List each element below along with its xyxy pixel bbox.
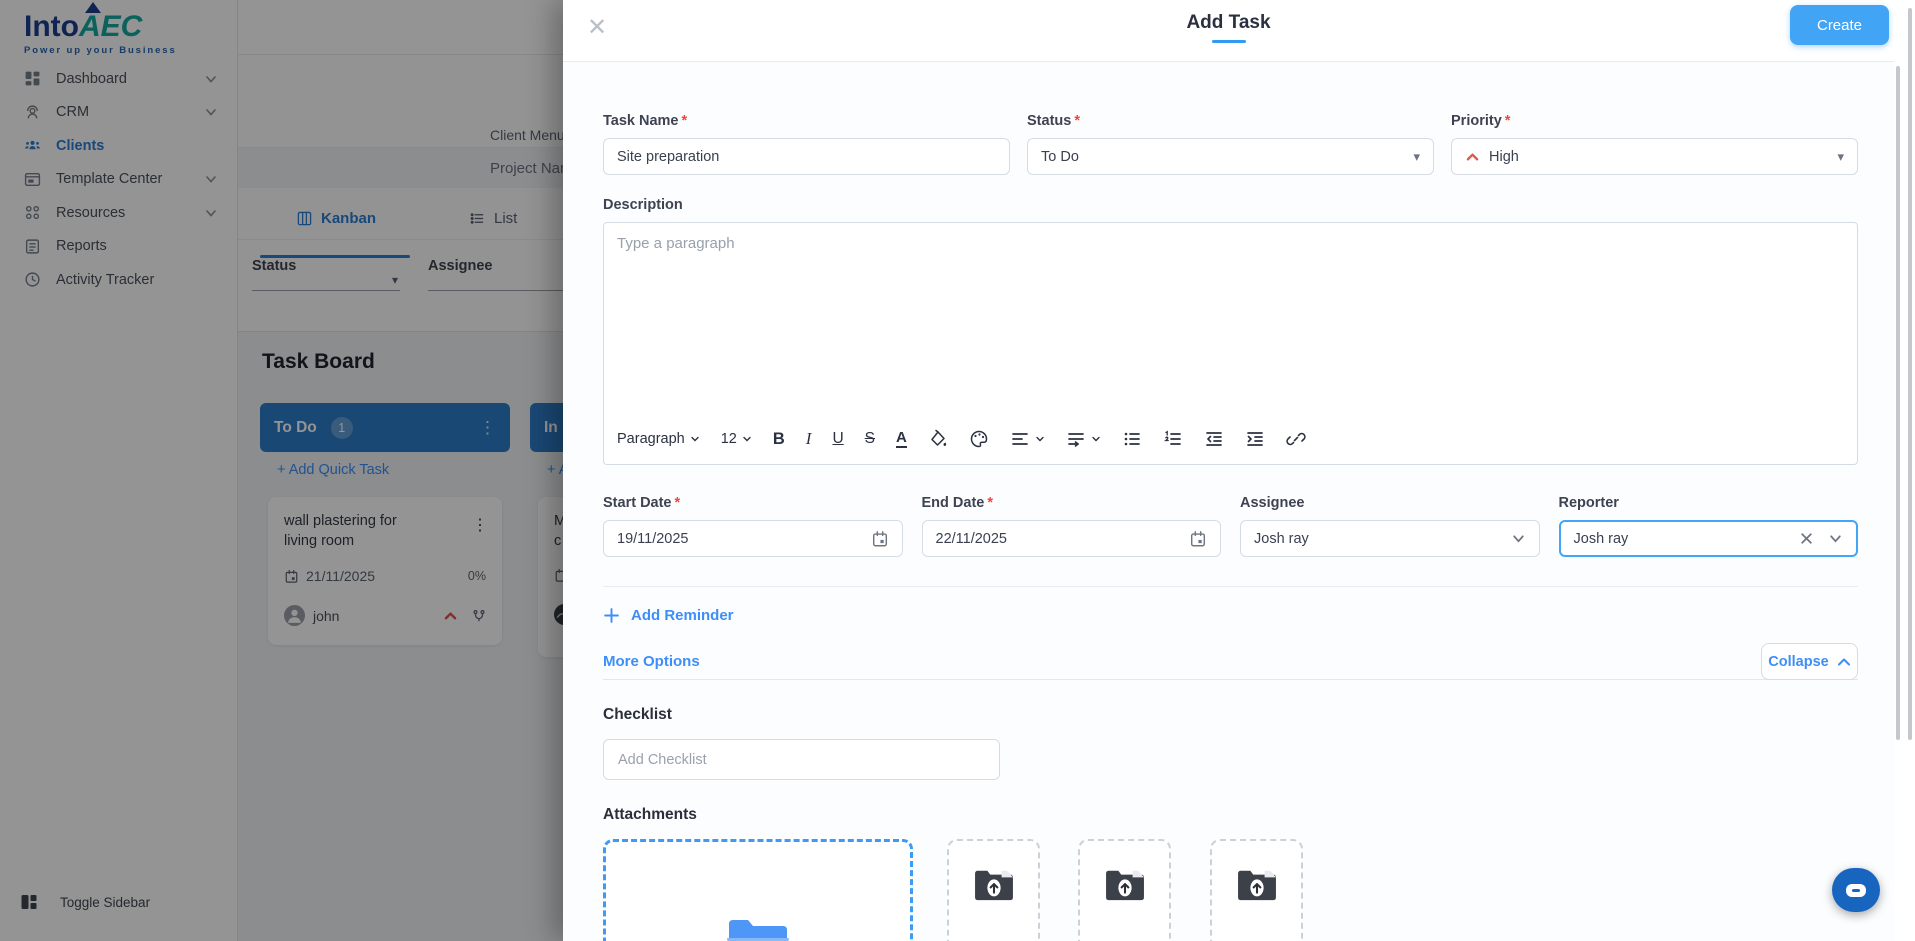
chat-icon <box>1846 883 1866 897</box>
calendar-icon[interactable] <box>1189 530 1207 548</box>
description-editor[interactable]: Type a paragraph Paragraph 12 B I U S A <box>603 222 1858 465</box>
reporter-label: Reporter <box>1558 495 1619 511</box>
folder-icon <box>727 920 789 941</box>
modal-body: Task Name* Status* To Do ▾ Priority* Hig… <box>563 62 1894 941</box>
page-scrollbar[interactable] <box>1908 8 1912 740</box>
reporter-select[interactable]: Josh ray <box>1558 520 1858 557</box>
task-name-label: Task Name <box>603 113 679 129</box>
attachments-row <box>603 839 1858 941</box>
collapse-button[interactable]: Collapse <box>1761 643 1858 680</box>
upload-folder-slot[interactable] <box>1210 839 1303 941</box>
end-date-label: End Date <box>921 495 985 511</box>
assignee-value: Josh ray <box>1254 530 1309 547</box>
fill-color-icon[interactable] <box>928 429 948 449</box>
priority-high-icon <box>1465 151 1480 162</box>
required-asterisk: * <box>1074 113 1080 129</box>
numbered-list-icon[interactable] <box>1163 429 1183 449</box>
chat-widget-button[interactable] <box>1832 868 1880 912</box>
calendar-icon[interactable] <box>871 530 889 548</box>
bold-button[interactable]: B <box>773 430 785 449</box>
add-reminder-label: Add Reminder <box>631 607 734 624</box>
clear-icon[interactable] <box>1799 531 1814 546</box>
palette-icon[interactable] <box>969 429 989 449</box>
required-asterisk: * <box>674 495 681 511</box>
collapse-label: Collapse <box>1768 653 1829 670</box>
priority-field-group: Priority * High ▾ <box>1451 113 1858 175</box>
dropdown-arrow-icon: ▾ <box>1413 148 1420 164</box>
upload-folder-slot[interactable] <box>1078 839 1171 941</box>
checklist-input[interactable] <box>603 739 1000 780</box>
folder-upload-icon <box>1105 870 1144 901</box>
folder-upload-icon <box>974 870 1013 901</box>
italic-button[interactable]: I <box>806 429 812 449</box>
modal-title: Add Task <box>1186 12 1271 33</box>
link-icon[interactable] <box>1286 429 1306 449</box>
more-options-link[interactable]: More Options <box>603 653 700 670</box>
title-underline <box>1211 40 1246 43</box>
dropdown-arrow-icon: ▾ <box>1837 148 1844 164</box>
status-field-group: Status * To Do ▾ <box>1027 113 1434 175</box>
paragraph-style-dropdown[interactable]: Paragraph <box>617 431 700 447</box>
reporter-field-group: Reporter Josh ray <box>1558 495 1858 557</box>
description-placeholder: Type a paragraph <box>617 235 735 252</box>
upload-folder-slot[interactable] <box>947 839 1040 941</box>
priority-label: Priority <box>1451 113 1502 129</box>
more-options-row: More Options Collapse <box>603 640 1858 680</box>
task-name-input[interactable] <box>617 148 996 165</box>
align-dropdown[interactable] <box>1010 429 1045 449</box>
reporter-value: Josh ray <box>1573 530 1629 547</box>
line-spacing-dropdown[interactable] <box>1066 429 1101 449</box>
scrollbar-strip <box>1894 0 1915 941</box>
indent-icon[interactable] <box>1245 429 1265 449</box>
end-date-field-group: End Date * 22/11/2025 <box>921 495 1221 557</box>
folder-upload-icon <box>1237 870 1276 901</box>
required-asterisk: * <box>1504 113 1511 129</box>
assignee-select[interactable]: Josh ray <box>1240 520 1540 557</box>
end-date-input[interactable]: 22/11/2025 <box>921 520 1221 557</box>
chevron-up-icon <box>1837 657 1851 667</box>
chevron-down-icon <box>1828 531 1843 546</box>
modal-header: ✕ Add Task Create <box>563 0 1894 62</box>
description-label: Description <box>603 197 683 213</box>
add-reminder-button[interactable]: Add Reminder <box>603 607 734 624</box>
status-select[interactable]: To Do ▾ <box>1027 138 1434 175</box>
required-asterisk: * <box>681 113 688 129</box>
font-color-button[interactable]: A <box>896 430 907 448</box>
plus-icon <box>603 607 620 624</box>
bullet-list-icon[interactable] <box>1122 429 1142 449</box>
add-task-modal: ✕ Add Task Create Task Name* Status* To … <box>563 0 1894 941</box>
start-date-label: Start Date <box>603 495 672 511</box>
priority-value: High <box>1489 148 1519 165</box>
editor-toolbar: Paragraph 12 B I U S A <box>617 422 1844 456</box>
start-date-value: 19/11/2025 <box>617 530 689 547</box>
end-date-value: 22/11/2025 <box>935 530 1008 547</box>
required-asterisk: * <box>987 495 993 511</box>
font-size-dropdown[interactable]: 12 <box>721 431 752 447</box>
task-name-field-group: Task Name * <box>603 113 1010 175</box>
start-date-input[interactable]: 19/11/2025 <box>603 520 903 557</box>
start-date-field-group: Start Date * 19/11/2025 <box>603 495 903 557</box>
attachments-label: Attachments <box>603 806 697 823</box>
strikethrough-button[interactable]: S <box>865 430 875 448</box>
modal-scrollbar[interactable] <box>1896 66 1900 740</box>
priority-select[interactable]: High ▾ <box>1451 138 1858 175</box>
section-divider <box>603 586 1858 587</box>
status-value: To Do <box>1041 148 1079 165</box>
underline-button[interactable]: U <box>832 430 843 448</box>
checklist-label: Checklist <box>603 706 672 723</box>
status-label: Status <box>1027 113 1072 129</box>
assignee-label: Assignee <box>1240 495 1305 511</box>
chevron-down-icon <box>1511 531 1526 546</box>
outdent-icon[interactable] <box>1204 429 1224 449</box>
assignee-field-group: Assignee Josh ray <box>1240 495 1540 557</box>
upload-dropzone[interactable] <box>603 839 913 941</box>
create-button[interactable]: Create <box>1790 5 1889 45</box>
